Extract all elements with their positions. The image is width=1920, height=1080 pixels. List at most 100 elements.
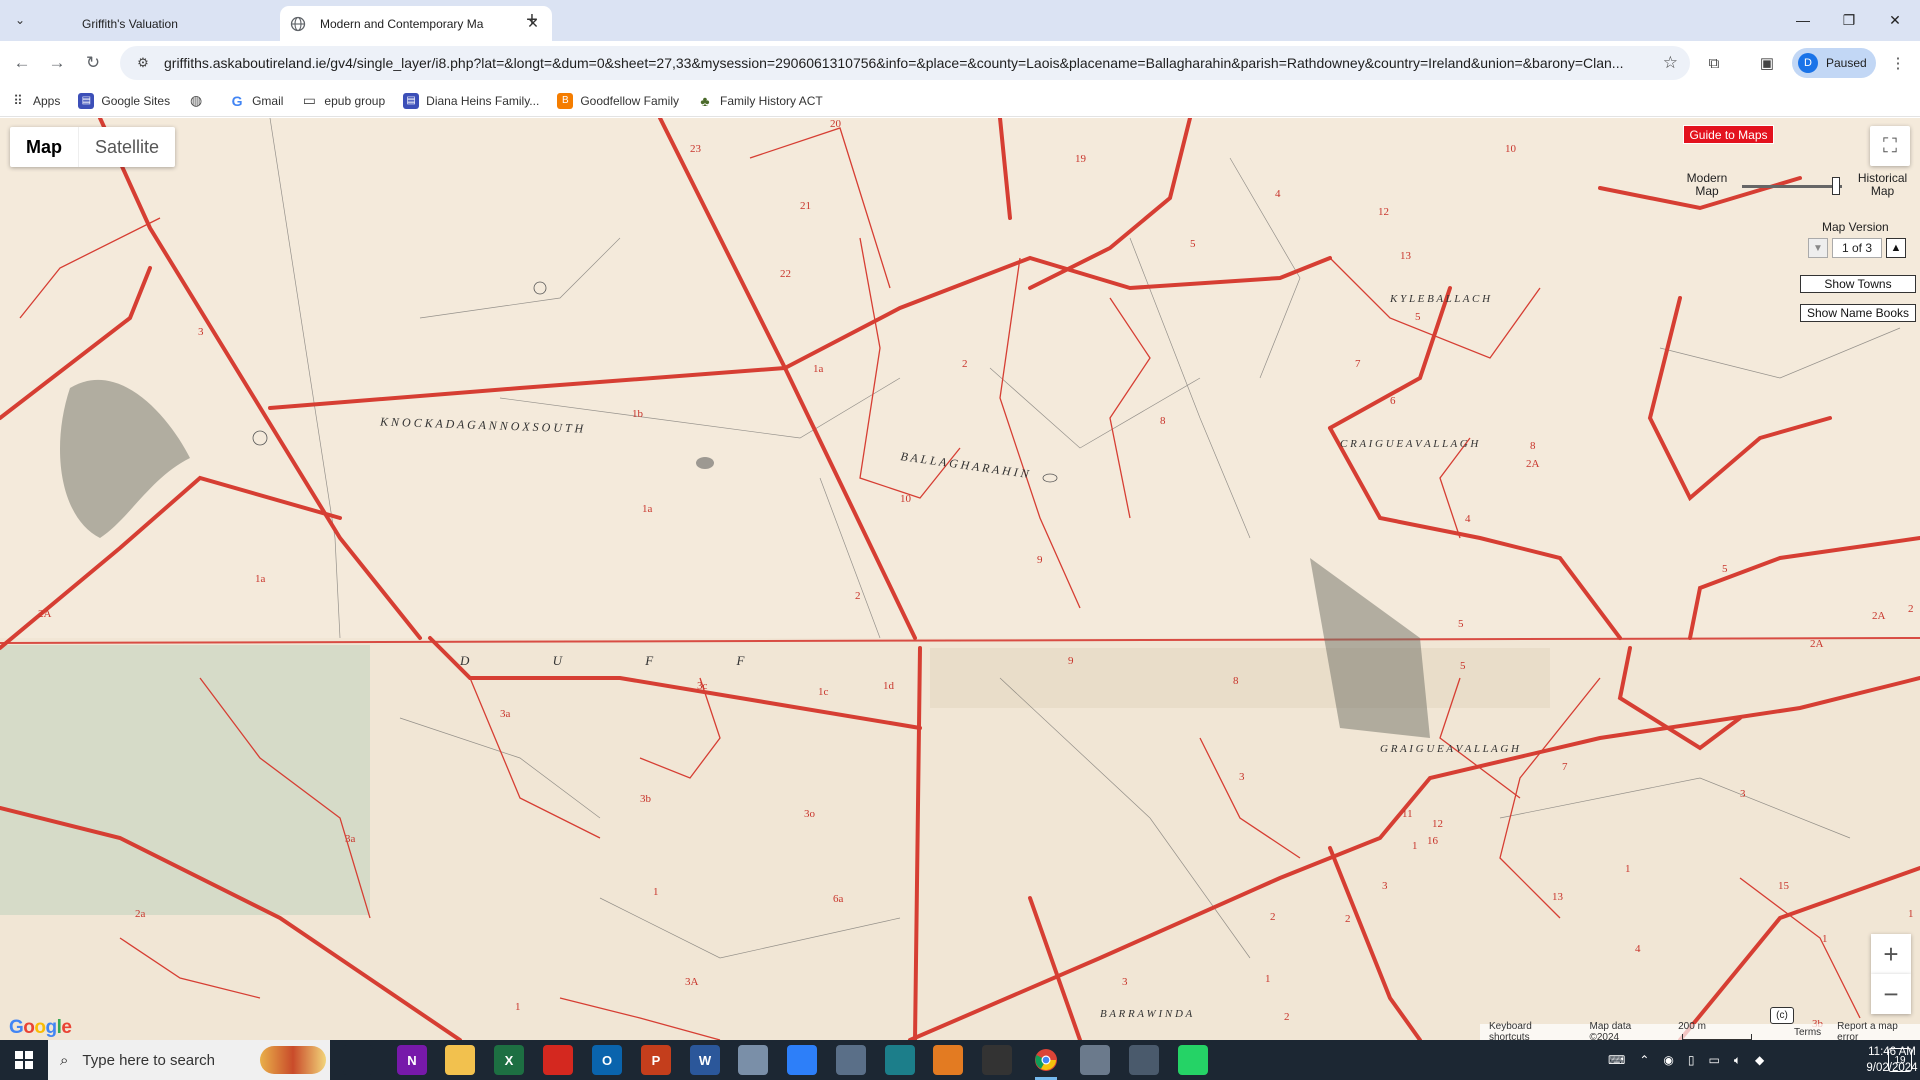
app-photos-app-icon[interactable] xyxy=(836,1045,866,1075)
touch-keyboard-icon[interactable]: ⌨ xyxy=(1608,1053,1625,1067)
extensions-puzzle-icon[interactable]: ⧉ xyxy=(1702,51,1726,75)
historical-map-view[interactable]: K N O C K A D A G A N N O X S O U T H B … xyxy=(0,118,1920,1040)
parcel-number: 6 xyxy=(1390,395,1396,407)
task-view-app-icon[interactable] xyxy=(343,1045,373,1075)
zoom-out-icon[interactable]: − xyxy=(1871,974,1911,1014)
battery-icon[interactable]: ▯ xyxy=(1688,1053,1695,1067)
windows-start-icon[interactable] xyxy=(0,1040,48,1080)
zoom-in-icon[interactable]: + xyxy=(1871,934,1911,974)
app-dark-app-icon[interactable] xyxy=(982,1045,1012,1075)
address-bar[interactable]: ⚙ griffiths.askaboutireland.ie/gv4/singl… xyxy=(120,46,1690,80)
tab-griffiths-valuation[interactable]: Griffith's Valuation ✕ xyxy=(42,6,314,41)
show-towns-button[interactable]: Show Towns xyxy=(1800,275,1916,293)
word-app-icon[interactable]: W xyxy=(690,1045,720,1075)
map-type-control: Map Satellite xyxy=(10,127,176,167)
parcel-number: 5 xyxy=(1722,563,1728,575)
parcel-number: 7 xyxy=(1355,358,1361,370)
parcel-number: 9 xyxy=(1037,554,1043,566)
whatsapp-app-icon[interactable] xyxy=(1178,1045,1208,1075)
app-edge-app-icon[interactable] xyxy=(885,1045,915,1075)
globe-favicon-icon xyxy=(52,16,68,32)
tab-modern-contemporary-maps[interactable]: Modern and Contemporary Ma ✕ xyxy=(280,6,552,41)
parcel-number: 2 xyxy=(1908,603,1914,615)
parcel-number: 23 xyxy=(690,143,701,155)
menu-kebab-icon[interactable]: ⋮ xyxy=(1886,51,1910,75)
globe-icon: ◍ xyxy=(189,92,203,108)
file-explorer-app-icon[interactable] xyxy=(445,1045,475,1075)
opacity-slider-thumb[interactable] xyxy=(1832,177,1840,195)
bookmark-epub-group[interactable]: ▭ epub group xyxy=(301,92,385,109)
profile-button[interactable]: D Paused xyxy=(1792,48,1876,78)
map-type-satellite-button[interactable]: Satellite xyxy=(78,127,175,167)
outlook-app-icon[interactable]: O xyxy=(592,1045,622,1075)
app-remote-app-icon[interactable] xyxy=(1129,1045,1159,1075)
bookmark-apps[interactable]: ⠿ Apps xyxy=(10,93,60,109)
townland-label: C R A I G U E A V A L L A G H xyxy=(1340,438,1479,450)
bookmark-google-sites[interactable]: ▤ Google Sites xyxy=(78,92,170,109)
app-red-app-icon[interactable] xyxy=(543,1045,573,1075)
restore-icon[interactable]: ❐ xyxy=(1826,0,1872,40)
townland-label: D U F F xyxy=(460,653,785,668)
opacity-slider-track[interactable] xyxy=(1742,185,1842,188)
volume-icon[interactable]: 🔈︎ xyxy=(1734,1053,1741,1068)
chrome-app-icon[interactable] xyxy=(1031,1045,1061,1080)
parcel-number: 16 xyxy=(1427,835,1438,847)
search-highlight-image xyxy=(260,1046,326,1074)
notification-count: 19 xyxy=(1894,1054,1906,1066)
report-map-error-link[interactable]: Report a map error xyxy=(1837,1021,1920,1040)
parcel-number: 10 xyxy=(900,493,911,505)
bookmark-gmail[interactable]: G Gmail xyxy=(229,92,284,109)
close-window-icon[interactable]: ✕ xyxy=(1872,0,1918,40)
scale-bar[interactable]: 200 m xyxy=(1678,1021,1778,1040)
app-blue-app-icon[interactable] xyxy=(787,1045,817,1075)
guide-to-maps-button[interactable]: Guide to Maps xyxy=(1683,125,1774,144)
bookmark-diana-heins[interactable]: ▤ Diana Heins Family... xyxy=(403,92,539,109)
chevron-up-icon[interactable]: ⌃ xyxy=(1639,1053,1649,1067)
tab-title: Modern and Contemporary Ma xyxy=(320,16,484,31)
parcel-number: 2 xyxy=(1284,1011,1290,1023)
bookmark-globe[interactable]: ◍ xyxy=(188,92,211,109)
back-arrow-icon[interactable]: ← xyxy=(8,49,36,77)
tray-app-icon[interactable]: ◆ xyxy=(1755,1053,1764,1067)
excel-app-icon[interactable]: X xyxy=(494,1045,524,1075)
parcel-number: 1d xyxy=(883,680,894,692)
parcel-number: 10 xyxy=(1505,143,1516,155)
show-name-books-button[interactable]: Show Name Books xyxy=(1800,304,1916,322)
parcel-number: 4 xyxy=(1635,943,1641,955)
parcel-number: 7 xyxy=(1562,761,1568,773)
app-letter: O xyxy=(601,1052,613,1068)
parcel-number: 5 xyxy=(1190,238,1196,250)
taskbar-search-box[interactable]: ⌕ Type here to search xyxy=(48,1040,330,1080)
version-up-icon[interactable]: ▲ xyxy=(1886,238,1906,258)
tab-title: Griffith's Valuation xyxy=(82,16,178,31)
google-g-icon: G xyxy=(231,92,243,109)
new-tab-plus-icon[interactable]: + xyxy=(520,8,544,32)
app-tray-icon[interactable]: ◉ xyxy=(1663,1053,1673,1067)
notification-center[interactable]: 19 xyxy=(1888,1048,1912,1072)
terms-link[interactable]: Terms xyxy=(1794,1027,1821,1038)
app-letter: X xyxy=(504,1052,514,1068)
minimize-icon[interactable]: — xyxy=(1780,0,1826,40)
version-down-icon[interactable]: ▼ xyxy=(1808,238,1828,258)
tab-search-chevron-icon[interactable]: ⌄ xyxy=(8,8,32,32)
app-letter: W xyxy=(698,1052,712,1068)
reload-icon[interactable]: ↻ xyxy=(79,49,107,77)
map-type-map-button[interactable]: Map xyxy=(10,127,78,167)
historical-map-label: Historical Map xyxy=(1857,171,1908,198)
app-photo2-app-icon[interactable] xyxy=(1080,1045,1110,1075)
forward-arrow-icon[interactable]: → xyxy=(43,49,71,77)
bookmark-family-history-act[interactable]: ♣ Family History ACT xyxy=(697,93,822,109)
app-docs-app-icon[interactable] xyxy=(738,1045,768,1075)
windows-taskbar: ⌕ Type here to search N X O P W ⌨ ⌃ ◉ ▯ ▭ 🔈︎… xyxy=(0,1040,1920,1080)
keyboard-shortcuts-link[interactable]: Keyboard shortcuts xyxy=(1489,1021,1573,1040)
bookmark-goodfellow[interactable]: B Goodfellow Family xyxy=(557,92,679,109)
onenote-app-icon[interactable]: N xyxy=(397,1045,427,1075)
bookmark-star-icon[interactable]: ☆ xyxy=(1663,53,1678,73)
app-media-app-icon[interactable] xyxy=(933,1045,963,1075)
google-logo: Google xyxy=(9,1017,72,1038)
fullscreen-icon[interactable]: ⛶ xyxy=(1870,126,1910,166)
powerpoint-app-icon[interactable]: P xyxy=(641,1045,671,1075)
network-icon[interactable]: ▭ xyxy=(1708,1053,1719,1067)
site-info-icon[interactable]: ⚙ xyxy=(134,54,152,72)
side-panel-icon[interactable]: ▣ xyxy=(1755,51,1779,75)
